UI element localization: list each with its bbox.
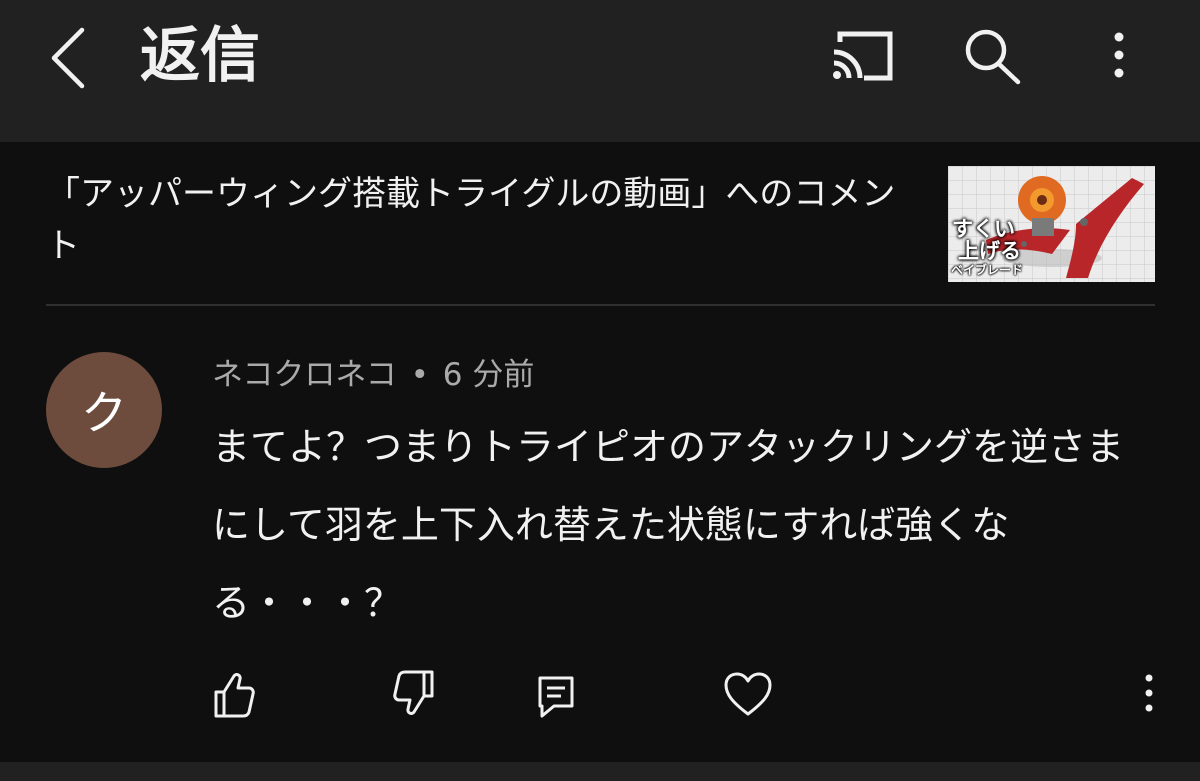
reply-icon bbox=[538, 676, 574, 718]
chevron-left-icon bbox=[51, 27, 85, 89]
divider bbox=[46, 304, 1155, 306]
search-button[interactable] bbox=[962, 26, 1024, 86]
search-icon bbox=[965, 29, 1021, 85]
meta-separator: • bbox=[410, 357, 429, 393]
cast-icon bbox=[833, 31, 893, 81]
page-title: 返信 bbox=[140, 21, 260, 91]
video-context-title[interactable]: 「アッパーウィング搭載トライグルの動画」へのコメント bbox=[46, 168, 926, 272]
cast-button[interactable] bbox=[830, 28, 896, 84]
reply-button[interactable] bbox=[528, 666, 584, 722]
thumbnail-caption-3: ベイブレード bbox=[951, 263, 1024, 277]
comment-author[interactable]: ネコクロネコ bbox=[212, 357, 397, 393]
dislike-button[interactable] bbox=[388, 666, 444, 722]
more-vertical-icon bbox=[1114, 32, 1124, 78]
avatar-letter: ク bbox=[81, 386, 127, 440]
like-button[interactable] bbox=[204, 666, 260, 722]
avatar[interactable]: ク bbox=[46, 352, 162, 468]
back-button[interactable] bbox=[40, 22, 100, 92]
thumbs-up-icon bbox=[214, 673, 255, 718]
thumbnail-caption-2: 上げる bbox=[958, 239, 1021, 263]
comment-meta: ネコクロネコ • 6 分前 bbox=[212, 354, 534, 396]
video-thumbnail[interactable]: すくい 上げる ベイブレード bbox=[948, 166, 1155, 282]
heart-icon bbox=[724, 672, 772, 716]
thumbnail-caption-1: すくい bbox=[952, 217, 1015, 241]
comment-more-button[interactable] bbox=[1134, 666, 1164, 722]
comment-text: まてよ？つまりトライピオのアタックリングを逆さまにして羽を上下入れ替えた状態にす… bbox=[212, 425, 1125, 625]
app-header: 返信 bbox=[0, 0, 1200, 142]
more-vertical-icon bbox=[1145, 674, 1153, 712]
thumbs-down-icon bbox=[393, 670, 434, 715]
more-options-button[interactable] bbox=[1104, 26, 1134, 86]
heart-button[interactable] bbox=[720, 666, 776, 722]
comment-time: 6 分前 bbox=[442, 357, 535, 393]
bottom-edge bbox=[0, 762, 1200, 781]
